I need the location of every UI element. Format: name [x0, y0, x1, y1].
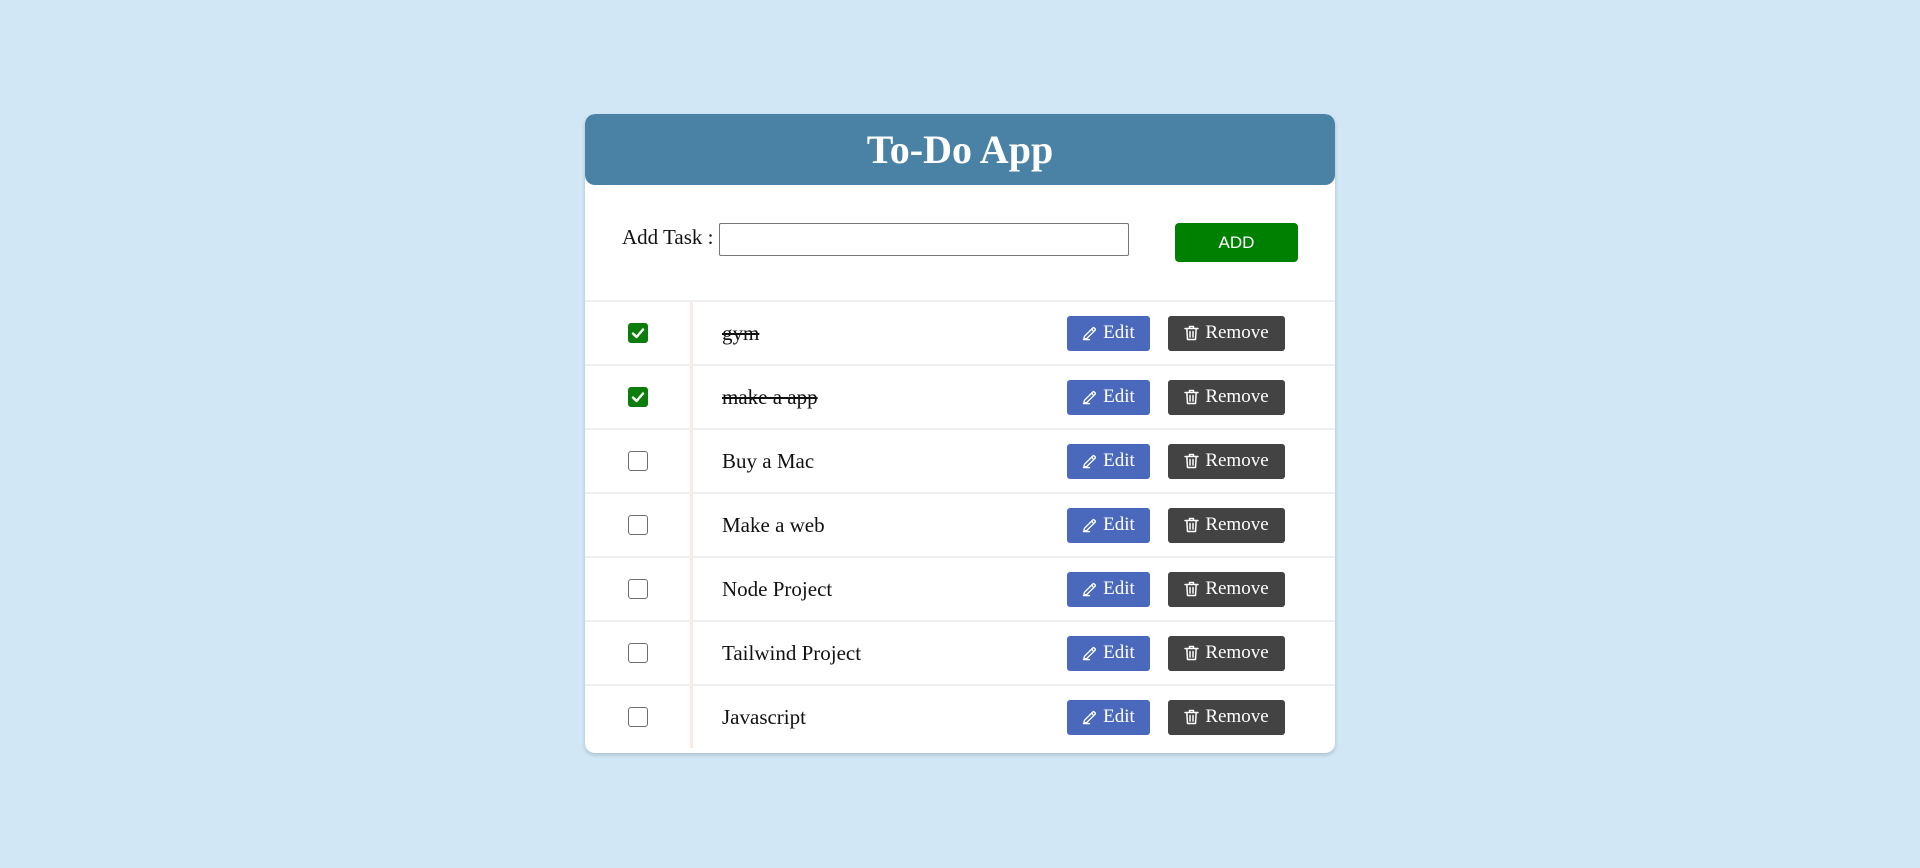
edit-button[interactable]: Edit: [1067, 315, 1150, 351]
pencil-icon: [1082, 646, 1097, 661]
task-checkbox[interactable]: [627, 643, 648, 663]
task-checkbox-cell: [585, 366, 693, 428]
edit-label: Edit: [1103, 706, 1135, 727]
edit-button[interactable]: Edit: [1067, 571, 1150, 607]
task-checkbox-cell: [585, 430, 693, 492]
remove-label: Remove: [1205, 578, 1269, 599]
task-row: Javascript Edit Remove: [585, 686, 1335, 748]
remove-label: Remove: [1205, 386, 1269, 407]
checkmark-icon: [631, 328, 644, 339]
trash-icon: [1184, 645, 1200, 661]
task-row: Node Project Edit Remove: [585, 558, 1335, 622]
remove-label: Remove: [1205, 322, 1269, 343]
task-checkbox[interactable]: [627, 451, 648, 471]
pencil-icon: [1082, 390, 1097, 405]
task-row: make a app Edit Remove: [585, 366, 1335, 430]
trash-icon: [1184, 325, 1200, 341]
remove-label: Remove: [1205, 514, 1269, 535]
app-header: To-Do App: [585, 114, 1335, 185]
remove-button[interactable]: Remove: [1168, 507, 1285, 543]
remove-button[interactable]: Remove: [1168, 699, 1285, 735]
edit-label: Edit: [1103, 322, 1135, 343]
edit-label: Edit: [1103, 386, 1135, 407]
task-checkbox[interactable]: [627, 707, 648, 727]
remove-button[interactable]: Remove: [1168, 635, 1285, 671]
task-checkbox-cell: [585, 686, 693, 748]
trash-icon: [1184, 389, 1200, 405]
remove-button[interactable]: Remove: [1168, 443, 1285, 479]
edit-label: Edit: [1103, 514, 1135, 535]
add-task-row: Add Task : ADD: [585, 185, 1335, 302]
task-text: Buy a Mac: [722, 448, 815, 473]
checkmark-icon: [631, 392, 644, 403]
add-button[interactable]: ADD: [1175, 223, 1298, 262]
task-text: Make a web: [722, 512, 825, 537]
remove-button[interactable]: Remove: [1168, 571, 1285, 607]
task-row: Make a web Edit Remove: [585, 494, 1335, 558]
app-title: To-Do App: [866, 127, 1054, 172]
trash-icon: [1184, 581, 1200, 597]
pencil-icon: [1082, 454, 1097, 469]
task-checkbox-cell: [585, 622, 693, 684]
edit-button[interactable]: Edit: [1067, 699, 1150, 735]
task-row: Buy a Mac Edit Remove: [585, 430, 1335, 494]
edit-button[interactable]: Edit: [1067, 507, 1150, 543]
trash-icon: [1184, 453, 1200, 469]
edit-button[interactable]: Edit: [1067, 379, 1150, 415]
remove-button[interactable]: Remove: [1168, 315, 1285, 351]
pencil-icon: [1082, 710, 1097, 725]
task-checkbox[interactable]: [627, 515, 648, 535]
task-checkbox-cell: [585, 302, 693, 364]
task-text: Tailwind Project: [722, 640, 862, 665]
task-text: Node Project: [722, 576, 833, 601]
trash-icon: [1184, 709, 1200, 725]
remove-label: Remove: [1205, 642, 1269, 663]
task-checkbox[interactable]: [627, 579, 648, 599]
edit-button[interactable]: Edit: [1067, 635, 1150, 671]
remove-button[interactable]: Remove: [1168, 379, 1285, 415]
task-text: make a app: [722, 384, 818, 409]
edit-label: Edit: [1103, 450, 1135, 471]
edit-label: Edit: [1103, 642, 1135, 663]
task-checkbox-cell: [585, 558, 693, 620]
pencil-icon: [1082, 582, 1097, 597]
remove-label: Remove: [1205, 450, 1269, 471]
task-checkbox-cell: [585, 494, 693, 556]
task-text: Javascript: [722, 704, 806, 729]
task-list: gym Edit Remove make a app Edit Remove B…: [585, 302, 1335, 748]
task-checkbox[interactable]: [627, 387, 648, 407]
add-task-label: Add Task :: [622, 225, 714, 249]
task-row: Tailwind Project Edit Remove: [585, 622, 1335, 686]
pencil-icon: [1082, 518, 1097, 533]
todo-card: To-Do App Add Task : ADD gym Edit Remove…: [585, 114, 1335, 753]
pencil-icon: [1082, 326, 1097, 341]
edit-label: Edit: [1103, 578, 1135, 599]
task-text: gym: [722, 320, 760, 345]
trash-icon: [1184, 517, 1200, 533]
task-row: gym Edit Remove: [585, 302, 1335, 366]
task-checkbox[interactable]: [627, 323, 648, 343]
remove-label: Remove: [1205, 706, 1269, 727]
edit-button[interactable]: Edit: [1067, 443, 1150, 479]
add-task-input[interactable]: [719, 223, 1129, 256]
